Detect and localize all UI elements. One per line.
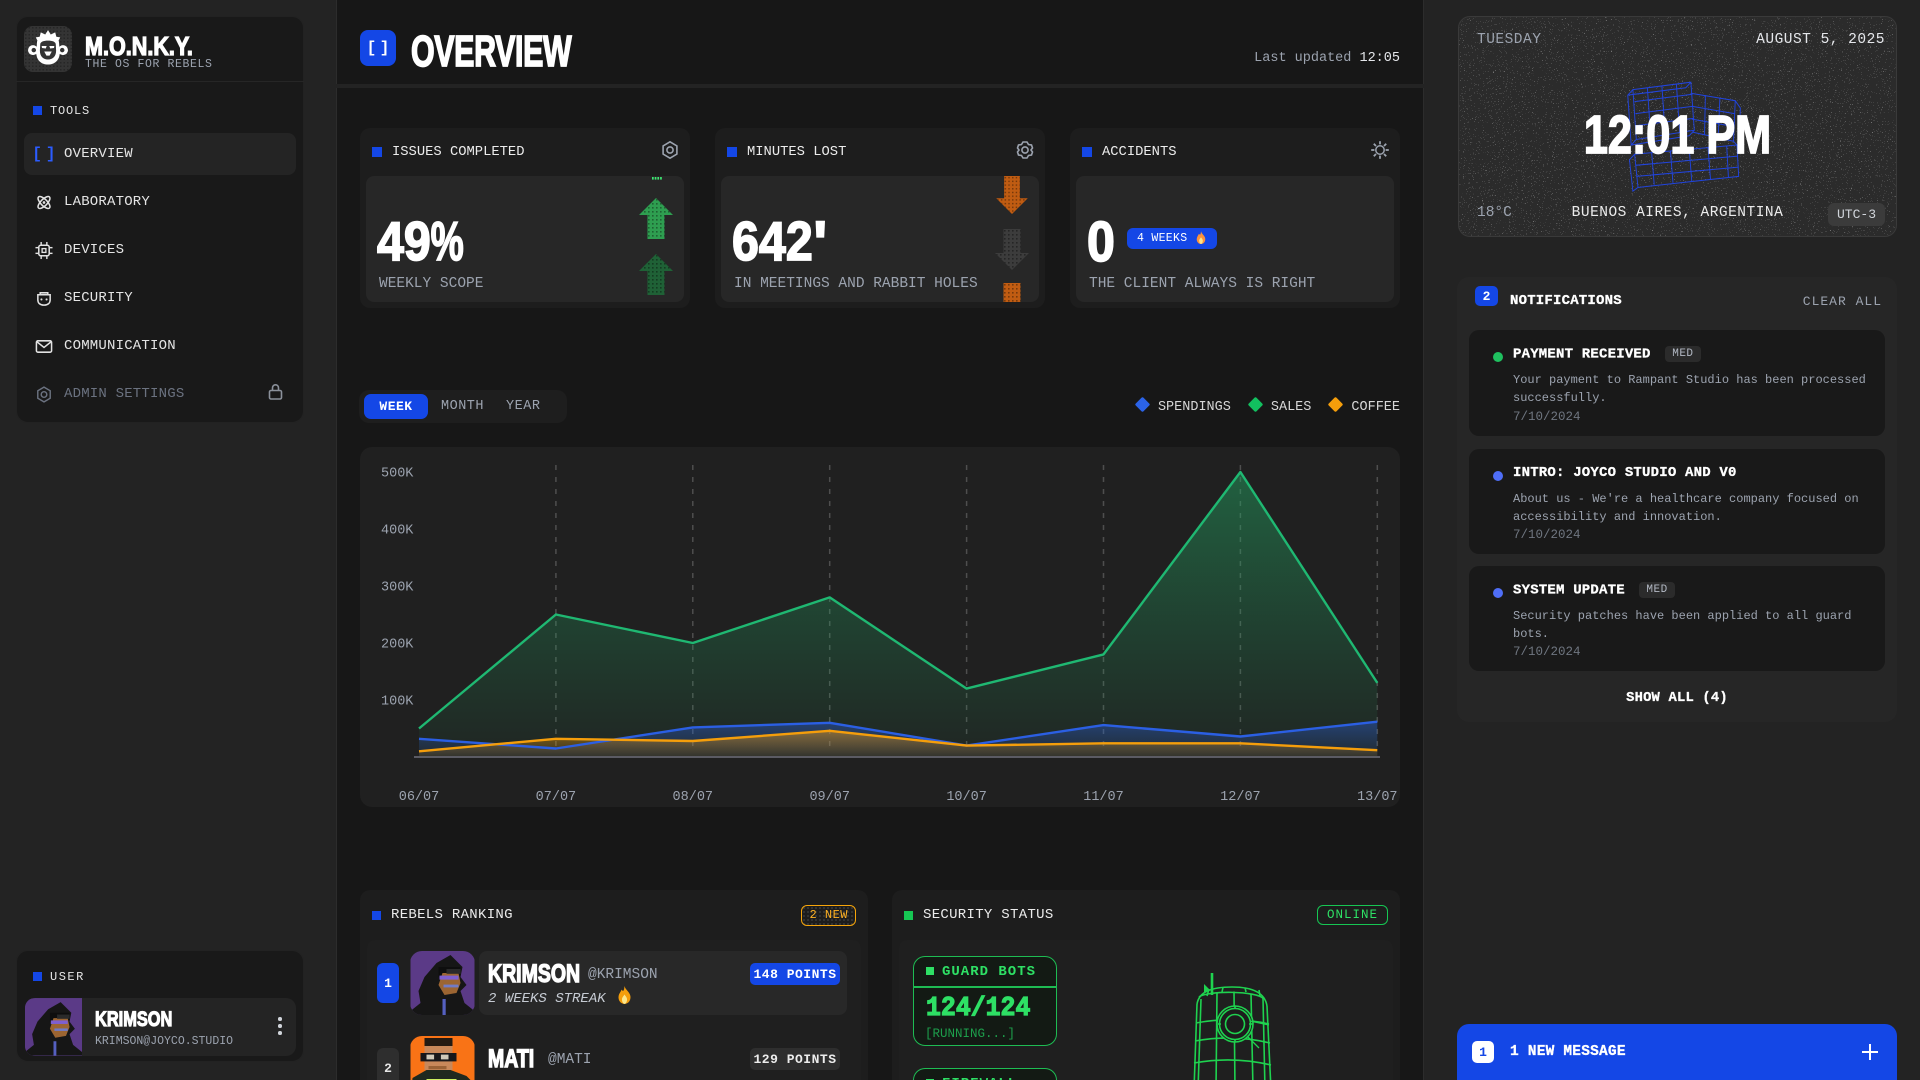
svg-text:08/07: 08/07 xyxy=(673,790,714,805)
svg-text:07/07: 07/07 xyxy=(536,790,577,805)
svg-text:13/07: 13/07 xyxy=(1357,790,1398,805)
svg-text:500K: 500K xyxy=(381,467,414,482)
svg-text:400K: 400K xyxy=(381,524,414,539)
svg-text:06/07: 06/07 xyxy=(399,790,440,805)
svg-text:100K: 100K xyxy=(381,695,414,710)
svg-text:300K: 300K xyxy=(381,581,414,596)
svg-text:12/07: 12/07 xyxy=(1220,790,1261,805)
svg-text:200K: 200K xyxy=(381,638,414,653)
svg-text:11/07: 11/07 xyxy=(1083,790,1124,805)
svg-text:10/07: 10/07 xyxy=(946,790,987,805)
svg-text:09/07: 09/07 xyxy=(809,790,850,805)
